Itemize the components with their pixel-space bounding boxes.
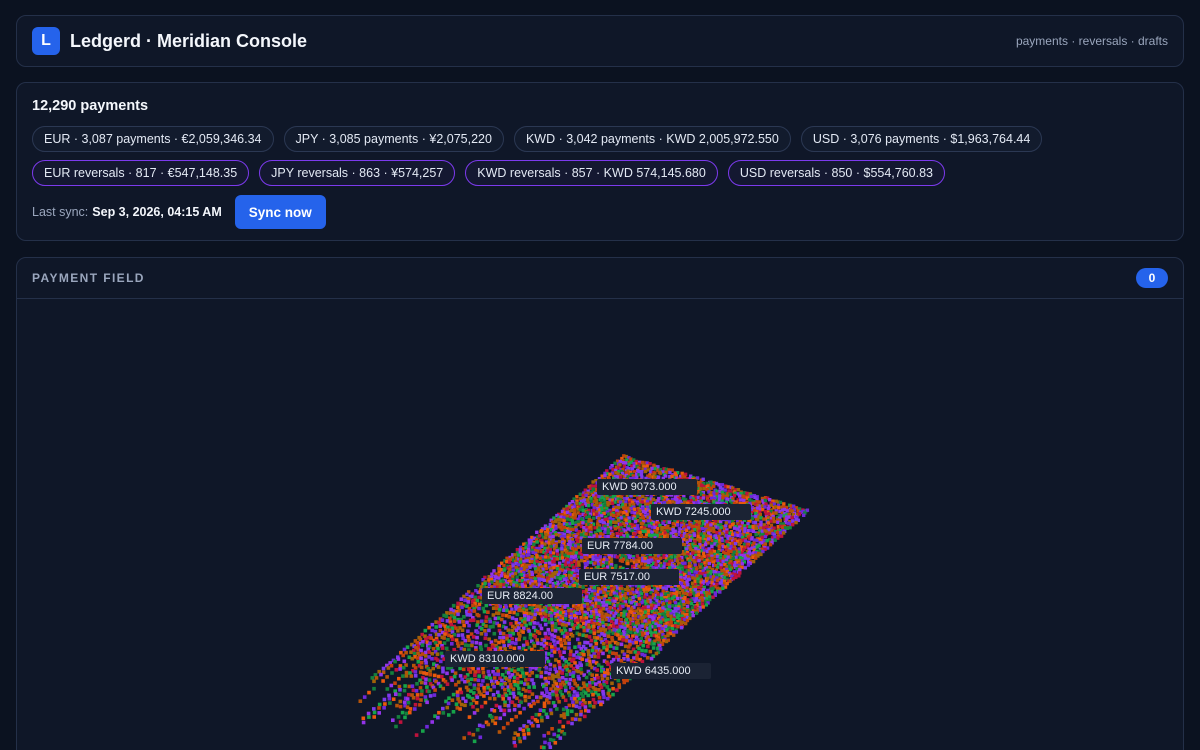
payment-chips: EUR · 3,087 payments · €2,059,346.34 JPY… [32, 126, 1168, 152]
sync-now-button[interactable]: Sync now [234, 195, 326, 229]
summary-panel: 12,290 payments EUR · 3,087 payments · €… [16, 82, 1184, 241]
payment-field-viz[interactable] [17, 300, 1184, 750]
reversal-chips: EUR reversals · 817 · €547,148.35 JPY re… [32, 160, 1168, 186]
field-label[interactable]: KWD 7245.000 [651, 504, 751, 520]
chip-reversals-jpy[interactable]: JPY reversals · 863 · ¥574,257 [259, 160, 456, 186]
payment-field-header: PAYMENT FIELD 0 [17, 258, 1183, 299]
field-label[interactable]: EUR 8824.00 [482, 588, 582, 604]
selection-count-badge: 0 [1136, 268, 1168, 288]
field-label[interactable]: KWD 9073.000 [597, 479, 697, 495]
field-label[interactable]: EUR 7784.00 [582, 538, 682, 554]
sync-label: Last sync: [32, 205, 89, 219]
app-header: L Ledgerd · Meridian Console payments · … [16, 15, 1184, 67]
app-title: Ledgerd · Meridian Console [70, 30, 308, 51]
chip-payments-kwd[interactable]: KWD · 3,042 payments · KWD 2,005,972.550 [513, 126, 791, 152]
payment-field-title: PAYMENT FIELD [32, 271, 145, 285]
field-label[interactable]: KWD 6435.000 [611, 663, 711, 679]
payment-field-panel: PAYMENT FIELD 0 KWD 9073.000 KWD 7245.00… [16, 257, 1184, 750]
app-logo: L [32, 27, 60, 55]
chip-reversals-kwd[interactable]: KWD reversals · 857 · KWD 574,145.680 [465, 160, 718, 186]
field-label[interactable]: EUR 7517.00 [579, 569, 679, 585]
chip-reversals-eur[interactable]: EUR reversals · 817 · €547,148.35 [32, 160, 250, 186]
chip-payments-jpy[interactable]: JPY · 3,085 payments · ¥2,075,220 [283, 126, 504, 152]
chip-payments-usd[interactable]: USD · 3,076 payments · $1,963,764.44 [800, 126, 1043, 152]
chip-payments-eur[interactable]: EUR · 3,087 payments · €2,059,346.34 [32, 126, 274, 152]
payments-total: 12,290 payments [32, 98, 149, 114]
sync-time: Sep 3, 2026, 04:15 AM [92, 205, 222, 219]
chip-reversals-usd[interactable]: USD reversals · 850 · $554,760.83 [727, 160, 946, 186]
field-label[interactable]: KWD 8310.000 [445, 651, 545, 667]
payment-field-canvas[interactable]: KWD 9073.000 KWD 7245.000 EUR 7784.00 EU… [17, 300, 1184, 750]
sync-row: Last sync: Sep 3, 2026, 04:15 AM Sync no… [32, 195, 1168, 229]
header-nav[interactable]: payments · reversals · drafts [1016, 34, 1168, 48]
